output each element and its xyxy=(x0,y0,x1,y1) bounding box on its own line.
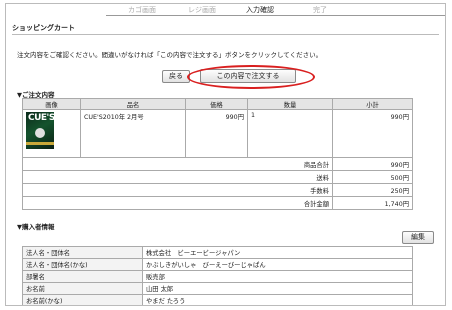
order-table: 画像 品名 価格 数量 小計 CUE'S CUE'S2010年 2月号 990円… xyxy=(22,98,413,210)
product-image-cell: CUE'S xyxy=(22,109,81,158)
fee-label: 手数料 xyxy=(22,183,333,197)
table-row: 部署名 販売部 xyxy=(22,270,413,283)
title-divider xyxy=(12,34,439,35)
product-name: CUE'S2010年 2月号 xyxy=(80,109,186,158)
grand-total-label: 合計金額 xyxy=(22,196,333,210)
step-cart: カゴ画面 xyxy=(128,6,156,14)
col-qty: 数量 xyxy=(247,98,333,110)
fee-value: 250円 xyxy=(332,183,413,197)
step-confirm: 入力確認 xyxy=(246,6,274,14)
table-row: お名前 山田 太郎 xyxy=(22,282,413,295)
product-qty: 1 xyxy=(247,109,333,158)
goods-total-value: 990円 xyxy=(332,157,413,171)
goods-total-label: 商品合計 xyxy=(22,157,333,171)
product-thumbnail[interactable]: CUE'S xyxy=(26,112,54,149)
col-price: 価格 xyxy=(185,98,248,110)
company-kana-value: かぶしきがいしゃ びーえーびーじゃぱん xyxy=(142,258,413,271)
company-name-label: 法人名・団体名 xyxy=(22,246,143,259)
col-subtotal: 小計 xyxy=(332,98,413,110)
cover-ball xyxy=(35,128,45,138)
col-image: 画像 xyxy=(22,98,81,110)
order-table-header: 画像 品名 価格 数量 小計 xyxy=(22,98,413,110)
buyer-section-heading: ▼購入者情報 xyxy=(17,223,55,231)
step-register: レジ画面 xyxy=(188,6,216,14)
total-row: 商品合計 990円 xyxy=(22,157,413,171)
back-button[interactable]: 戻る xyxy=(162,70,190,83)
company-kana-label: 法人名・団体名(かな) xyxy=(22,258,143,271)
department-value: 販売部 xyxy=(142,270,413,283)
browser-frame: カゴ画面 レジ画面 入力確認 完了 ショッピングカート 注文内容をご確認ください… xyxy=(5,3,446,306)
name-kana-label: お名前(かな) xyxy=(22,294,143,305)
table-row: CUE'S CUE'S2010年 2月号 990円 1 990円 xyxy=(22,109,413,158)
steps-divider xyxy=(106,15,445,16)
table-row: 法人名・団体名(かな) かぶしきがいしゃ びーえーびーじゃぱん xyxy=(22,258,413,271)
checkout-steps: カゴ画面 レジ画面 入力確認 完了 xyxy=(6,4,445,16)
product-price: 990円 xyxy=(185,109,248,158)
confirm-instruction: 注文内容をご確認ください。間違いがなければ「この内容で注文する」ボタンをクリック… xyxy=(17,51,323,59)
total-row: 送料 500円 xyxy=(22,170,413,184)
grand-total-value: 1,740円 xyxy=(332,196,413,210)
shipping-label: 送料 xyxy=(22,170,333,184)
department-label: 部署名 xyxy=(22,270,143,283)
edit-button[interactable]: 編集 xyxy=(402,231,434,244)
table-row: 法人名・団体名 株式会社 ビーエービージャパン xyxy=(22,246,413,259)
buyer-table: 法人名・団体名 株式会社 ビーエービージャパン 法人名・団体名(かな) かぶしき… xyxy=(22,246,413,305)
name-value: 山田 太郎 xyxy=(142,282,413,295)
cover-band xyxy=(26,142,54,145)
page-title: ショッピングカート xyxy=(12,24,75,32)
place-order-button[interactable]: この内容で注文する xyxy=(200,69,296,83)
company-name-value: 株式会社 ビーエービージャパン xyxy=(142,246,413,259)
table-row: お名前(かな) やまだ たろう xyxy=(22,294,413,305)
col-name: 品名 xyxy=(80,98,186,110)
name-kana-value: やまだ たろう xyxy=(142,294,413,305)
cover-title: CUE'S xyxy=(28,113,54,123)
total-row: 合計金額 1,740円 xyxy=(22,196,413,210)
total-row: 手数料 250円 xyxy=(22,183,413,197)
product-subtotal: 990円 xyxy=(332,109,413,158)
name-label: お名前 xyxy=(22,282,143,295)
shipping-value: 500円 xyxy=(332,170,413,184)
step-complete: 完了 xyxy=(313,6,327,14)
